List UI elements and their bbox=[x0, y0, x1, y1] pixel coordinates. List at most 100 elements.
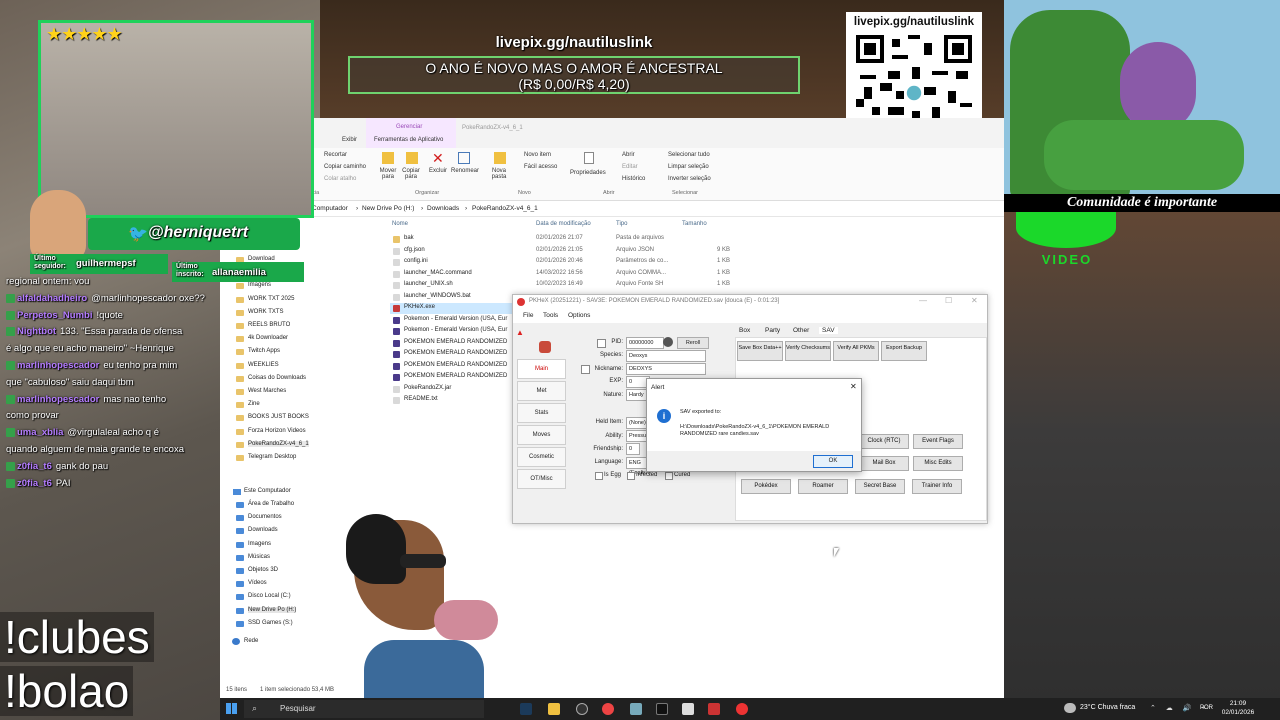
sav-button[interactable]: Save Box Data++ bbox=[737, 341, 783, 361]
sav-button[interactable]: Mail Box bbox=[859, 456, 909, 471]
facil-acesso-button[interactable]: Fácil acesso bbox=[524, 164, 557, 170]
nav-pc-item[interactable]: Documentos bbox=[248, 514, 282, 520]
file-row[interactable]: bak 02/01/2026 21:07 Pasta de arquivos bbox=[390, 234, 890, 245]
breadcrumb[interactable]: Computador › New Drive Po (H:) › Downloa… bbox=[220, 202, 1004, 217]
file-row[interactable]: launcher_UNIX.sh 10/02/2023 16:49 Arquivo … bbox=[390, 280, 890, 291]
ok-button[interactable]: OK bbox=[813, 455, 853, 468]
menu-file[interactable]: File bbox=[523, 312, 533, 319]
language-indicator[interactable]: POR bbox=[1200, 705, 1213, 711]
nav-quick-item[interactable]: 4k Downloader bbox=[248, 335, 288, 341]
maximize-icon[interactable]: ☐ bbox=[945, 296, 952, 305]
steam-icon[interactable] bbox=[520, 703, 532, 715]
cured-checkbox[interactable] bbox=[665, 472, 673, 480]
sav-button[interactable]: Clock (RTC) bbox=[859, 434, 909, 449]
column-type[interactable]: Tipo bbox=[616, 221, 627, 227]
tab-other[interactable]: Other bbox=[793, 327, 809, 334]
side-tab-cosmetic[interactable]: Cosmetic bbox=[517, 447, 566, 467]
chat-username[interactable]: uma_xblia bbox=[17, 427, 63, 438]
nav-pc-item[interactable]: Músicas bbox=[248, 554, 270, 560]
historico-button[interactable]: Histórico bbox=[622, 176, 645, 182]
breadcrumb-downloads[interactable]: Downloads bbox=[427, 205, 459, 212]
obs-icon[interactable] bbox=[576, 703, 588, 715]
reroll-button[interactable]: Reroll bbox=[677, 337, 709, 349]
start-icon[interactable] bbox=[226, 703, 237, 714]
alert-close-icon[interactable]: ✕ bbox=[850, 382, 857, 391]
propriedades-button[interactable]: Propriedades bbox=[570, 170, 606, 176]
nav-pc-item[interactable]: Objetos 3D bbox=[248, 567, 278, 573]
chat-username[interactable]: Nightbot bbox=[17, 326, 56, 337]
nav-quick-item[interactable]: West Marches bbox=[248, 388, 286, 394]
tab-box[interactable]: Box bbox=[739, 327, 750, 334]
sav-button[interactable]: Verify Checksums bbox=[785, 341, 831, 361]
nav-pc-item[interactable]: Imagens bbox=[248, 541, 271, 547]
nav-pc-item[interactable]: Downloads bbox=[248, 527, 278, 533]
menu-tools[interactable]: Tools bbox=[543, 312, 558, 319]
notepad-icon[interactable] bbox=[630, 703, 642, 715]
close-icon[interactable]: ✕ bbox=[971, 296, 978, 305]
nav-quick-item[interactable]: PokeRandoZX-v4_6_1 bbox=[248, 440, 309, 447]
minimize-icon[interactable]: — bbox=[919, 296, 927, 305]
side-tab-otmisc[interactable]: OT/Misc bbox=[517, 469, 566, 489]
mover-para-button[interactable]: Mover para bbox=[378, 168, 398, 180]
chat-username[interactable]: marlinhopescador bbox=[17, 360, 99, 371]
editar-button[interactable]: Editar bbox=[622, 164, 638, 170]
nav-rede[interactable]: Rede bbox=[244, 638, 258, 644]
nav-quick-item[interactable]: WORK TXTS bbox=[248, 309, 284, 315]
clock-date[interactable]: 02/01/2026 bbox=[1218, 709, 1258, 716]
menu-options[interactable]: Options bbox=[568, 312, 590, 319]
excluir-button[interactable]: Excluir bbox=[429, 168, 447, 174]
abrir-button[interactable]: Abrir bbox=[622, 152, 635, 158]
breadcrumb-computer[interactable]: Computador bbox=[312, 205, 348, 212]
sav-button[interactable]: Pokédex bbox=[741, 479, 791, 494]
nav-quick-item[interactable]: BOOKS JUST BOOKS bbox=[248, 414, 309, 420]
breadcrumb-drive[interactable]: New Drive Po (H:) bbox=[362, 205, 414, 212]
chat-username[interactable]: z0fia_t6 bbox=[17, 461, 52, 472]
chat-username[interactable]: z0fia_t6 bbox=[17, 478, 52, 489]
recortar-button[interactable]: Recortar bbox=[324, 152, 347, 158]
pkhex-taskbar-icon[interactable] bbox=[736, 703, 748, 715]
file-row[interactable]: config.ini 02/01/2026 20:46 Parâmetros de … bbox=[390, 257, 890, 268]
pid-input[interactable]: 00000000 bbox=[626, 337, 664, 349]
species-select[interactable]: Deoxys bbox=[626, 350, 706, 362]
sav-button[interactable]: Misc Edits bbox=[913, 456, 963, 471]
infected-checkbox[interactable] bbox=[627, 472, 635, 480]
nav-pc-item[interactable]: Área de Trabalho bbox=[248, 501, 294, 507]
nav-quick-item[interactable]: Zine bbox=[248, 401, 260, 407]
gender-icon[interactable] bbox=[663, 337, 673, 347]
copiar-para-button[interactable]: Copiar para bbox=[400, 168, 422, 180]
selecionar-tudo-button[interactable]: Selecionar tudo bbox=[668, 152, 710, 158]
tab-exibir[interactable]: Exibir bbox=[342, 137, 357, 143]
nova-pasta-button[interactable]: Nova pasta bbox=[490, 168, 508, 180]
tab-party[interactable]: Party bbox=[765, 327, 780, 334]
chat-username[interactable]: marlinhopescador bbox=[17, 394, 99, 405]
side-tab-moves[interactable]: Moves bbox=[517, 425, 566, 445]
file-row[interactable]: launcher_MAC.command 14/03/2022 16:56 Arqu… bbox=[390, 269, 890, 280]
copiar-caminho-button[interactable]: Copiar caminho bbox=[324, 164, 366, 170]
side-tab-met[interactable]: Met bbox=[517, 381, 566, 401]
colar-atalho-button[interactable]: Colar atalho bbox=[324, 176, 356, 182]
nav-quick-item[interactable]: Coisas do Downloads bbox=[248, 375, 306, 381]
friendship-input[interactable]: 0 bbox=[626, 443, 640, 455]
file-row[interactable]: cfg.json 02/01/2026 21:05 Arquivo JSON 9 KB bbox=[390, 246, 890, 257]
sav-button[interactable]: Roamer bbox=[798, 479, 848, 494]
nav-quick-item[interactable]: WEEKLIES bbox=[248, 362, 279, 368]
nav-quick-item[interactable]: REELS BRUTO bbox=[248, 322, 290, 328]
renomear-button[interactable]: Renomear bbox=[451, 168, 479, 174]
novo-item-button[interactable]: Novo item bbox=[524, 152, 551, 158]
explorer-icon[interactable] bbox=[548, 703, 560, 715]
sav-button[interactable]: Event Flags bbox=[913, 434, 963, 449]
side-tab-stats[interactable]: Stats bbox=[517, 403, 566, 423]
column-size[interactable]: Tamanho bbox=[682, 221, 707, 227]
chat-username[interactable]: Perpetos_Numbi bbox=[17, 310, 93, 321]
search-box[interactable]: ⌕ Pesquisar bbox=[244, 700, 484, 718]
nav-pc-item[interactable]: SSD Games (S:) bbox=[248, 620, 293, 626]
weather-text[interactable]: 23°C Chuva fraca bbox=[1080, 704, 1135, 711]
column-date[interactable]: Data de modificação bbox=[536, 221, 591, 227]
chrome-icon[interactable] bbox=[602, 703, 614, 715]
sav-button[interactable]: Trainer Info bbox=[912, 479, 962, 494]
nav-quick-item[interactable]: Forza Horizon Videos bbox=[248, 428, 306, 434]
sav-button[interactable]: Verify All PKMs bbox=[833, 341, 879, 361]
side-tab-main[interactable]: Main bbox=[517, 359, 566, 379]
nav-este-computador[interactable]: Este Computador bbox=[244, 488, 291, 494]
breadcrumb-folder[interactable]: PokeRandoZX-v4_6_1 bbox=[472, 205, 538, 212]
